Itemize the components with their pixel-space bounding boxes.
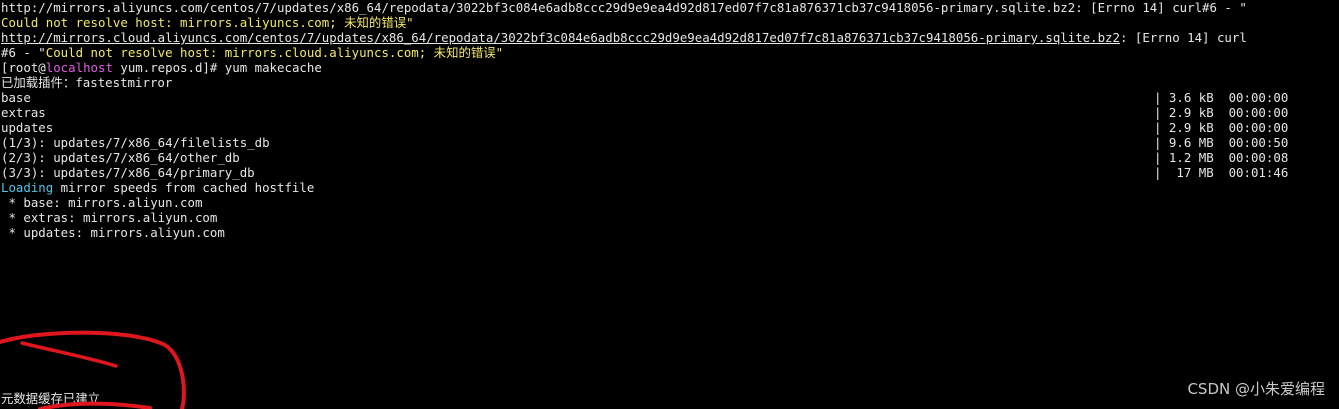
shell-prompt: [root@localhost yum.repos.d]# yum makeca… bbox=[1, 60, 322, 75]
loading-line: Loading mirror speeds from cached hostfi… bbox=[1, 180, 315, 195]
error-line-4: #6 - "Could not resolve host: mirrors.cl… bbox=[1, 45, 504, 60]
repo-row: (1/3): updates/7/x86_64/filelists_db | 9.… bbox=[1, 135, 1289, 150]
plugins-line: 已加载插件：fastestmirror bbox=[1, 75, 173, 90]
error-line-3: http://mirrors.cloud.aliyuncs.com/centos… bbox=[1, 30, 1247, 45]
error-line-1: http://mirrors.aliyuncs.com/centos/7/upd… bbox=[1, 0, 1247, 15]
prompt-host: localhost bbox=[45, 60, 113, 75]
mirror-url-link[interactable]: http://mirrors.cloud.aliyuncs.com/centos… bbox=[1, 30, 1120, 45]
mirror-base-line: * base: mirrors.aliyun.com bbox=[1, 195, 203, 210]
repo-row: updates | 2.9 kB 00:00:00 bbox=[1, 120, 1289, 135]
mirror-updates-line: * updates: mirrors.aliyun.com bbox=[1, 225, 225, 240]
repo-row: extras | 2.9 kB 00:00:00 bbox=[1, 105, 1289, 120]
cut-off-prompt bbox=[200, 404, 323, 409]
error-line-2: Could not resolve host: mirrors.aliyuncs… bbox=[1, 15, 414, 30]
mirror-extras-line: * extras: mirrors.aliyun.com bbox=[1, 210, 218, 225]
terminal-output[interactable]: http://mirrors.aliyuncs.com/centos/7/upd… bbox=[1, 0, 1339, 409]
repo-row: (3/3): updates/7/x86_64/primary_db | 17 M… bbox=[1, 165, 1289, 180]
repo-row: base | 3.6 kB 00:00:00 bbox=[1, 90, 1289, 105]
cache-created-line: 元数据缓存已建立 bbox=[1, 391, 101, 406]
repo-row: (2/3): updates/7/x86_64/other_db | 1.2 MB… bbox=[1, 150, 1289, 165]
csdn-watermark: CSDN @小朱爱编程 bbox=[1187, 380, 1325, 398]
